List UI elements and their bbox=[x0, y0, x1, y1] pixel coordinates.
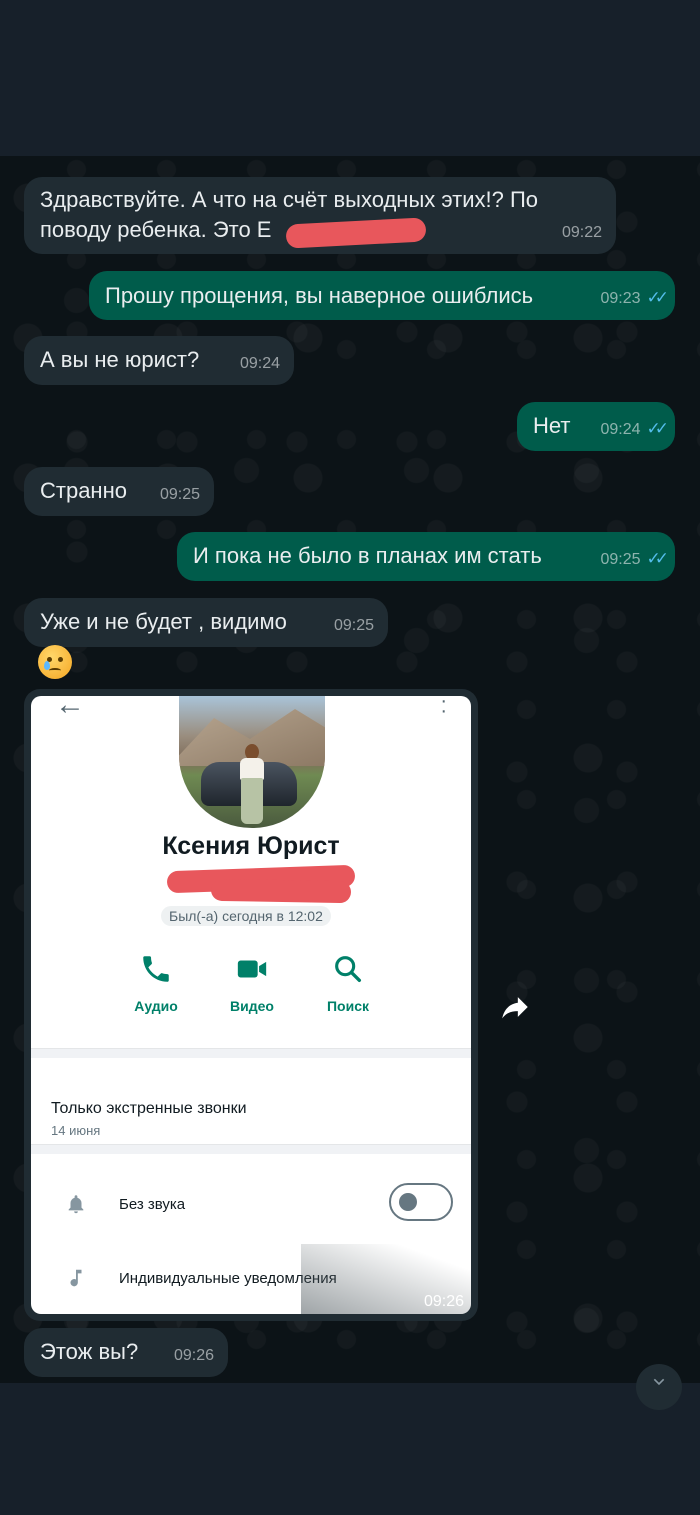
read-ticks-icon: ✓✓ bbox=[646, 549, 669, 568]
message-incoming[interactable]: Уже и не будет , видимо 09:25 bbox=[24, 598, 388, 647]
message-time: 09:23 ✓✓ bbox=[600, 288, 669, 307]
read-ticks-icon: ✓✓ bbox=[646, 419, 669, 438]
input-area bbox=[0, 1383, 700, 1515]
message-time: 09:25 bbox=[159, 486, 200, 503]
mute-label: Без звука bbox=[119, 1196, 186, 1213]
message-text: И пока не было в планах им стать bbox=[193, 543, 542, 568]
section-divider bbox=[31, 1144, 471, 1154]
message-incoming[interactable]: Странно 09:25 bbox=[24, 467, 214, 516]
message-text: Прошу прощения, вы наверное ошиблись bbox=[105, 283, 534, 308]
contact-name: Ксения Юрист bbox=[162, 832, 340, 860]
search-label: Поиск bbox=[326, 998, 369, 1014]
more-options-icon: · · bbox=[440, 696, 447, 722]
message-time: 09:24 ✓✓ bbox=[600, 419, 669, 438]
message-incoming[interactable]: Здравствуйте. А что на счёт выходных эти… bbox=[24, 177, 616, 254]
emoji-mouth bbox=[49, 668, 61, 673]
contact-avatar bbox=[179, 696, 325, 828]
message-incoming[interactable]: А вы не юрист? 09:24 bbox=[24, 336, 294, 385]
video-icon bbox=[217, 952, 287, 992]
avatar-person bbox=[237, 744, 267, 828]
forward-icon[interactable] bbox=[498, 990, 532, 1024]
message-time: 09:24 bbox=[239, 355, 280, 372]
message-outgoing[interactable]: Нет 09:24 ✓✓ bbox=[517, 402, 675, 451]
message-text: Уже и не будет , видимо bbox=[40, 609, 287, 634]
crying-face-emoji[interactable] bbox=[38, 645, 72, 679]
bell-icon bbox=[65, 1192, 87, 1221]
audio-call-button: Аудио bbox=[121, 952, 191, 1014]
emergency-calls-title: Только экстренные звонки bbox=[51, 1100, 247, 1117]
mute-toggle bbox=[389, 1183, 453, 1221]
chevron-down-icon bbox=[649, 1374, 669, 1395]
emoji-eye bbox=[58, 657, 63, 662]
status-bar-area bbox=[0, 0, 700, 156]
search-icon bbox=[313, 952, 383, 992]
toggle-knob bbox=[399, 1193, 417, 1211]
music-note-icon bbox=[65, 1266, 87, 1295]
contact-info-screenshot: ← · · Ксения Юрист Был(-а) сегодня в 12:0… bbox=[31, 696, 471, 1314]
read-ticks-icon: ✓✓ bbox=[646, 288, 669, 307]
contact-actions: Аудио Видео Поиск bbox=[31, 952, 471, 1032]
search-button: Поиск bbox=[313, 952, 383, 1014]
message-incoming[interactable]: Этож вы? 09:26 bbox=[24, 1328, 228, 1377]
message-text-line-1: Здравствуйте. А что на счёт выходных эти… bbox=[40, 187, 538, 212]
message-time: 09:26 bbox=[423, 1293, 464, 1310]
message-time: 09:25 ✓✓ bbox=[600, 549, 669, 568]
message-time: 09:25 bbox=[333, 617, 374, 634]
message-time: 09:26 bbox=[173, 1347, 214, 1364]
message-outgoing[interactable]: И пока не было в планах им стать 09:25 ✓✓ bbox=[177, 532, 675, 581]
message-outgoing[interactable]: Прошу прощения, вы наверное ошиблись 09:… bbox=[89, 271, 675, 320]
scroll-down-button[interactable] bbox=[636, 1364, 682, 1410]
video-call-button: Видео bbox=[217, 952, 287, 1014]
audio-label: Аудио bbox=[134, 998, 178, 1014]
phone-icon bbox=[121, 952, 191, 992]
back-arrow-icon: ← bbox=[55, 696, 85, 721]
video-label: Видео bbox=[230, 998, 274, 1014]
image-message[interactable]: ← · · Ксения Юрист Был(-а) сегодня в 12:0… bbox=[24, 689, 478, 1321]
last-seen-status: Был(-а) сегодня в 12:02 bbox=[161, 906, 331, 926]
section-divider bbox=[31, 1048, 471, 1058]
emergency-calls-date: 14 июня bbox=[51, 1123, 101, 1138]
redaction-mark bbox=[210, 878, 352, 904]
message-time: 09:22 bbox=[561, 224, 602, 241]
